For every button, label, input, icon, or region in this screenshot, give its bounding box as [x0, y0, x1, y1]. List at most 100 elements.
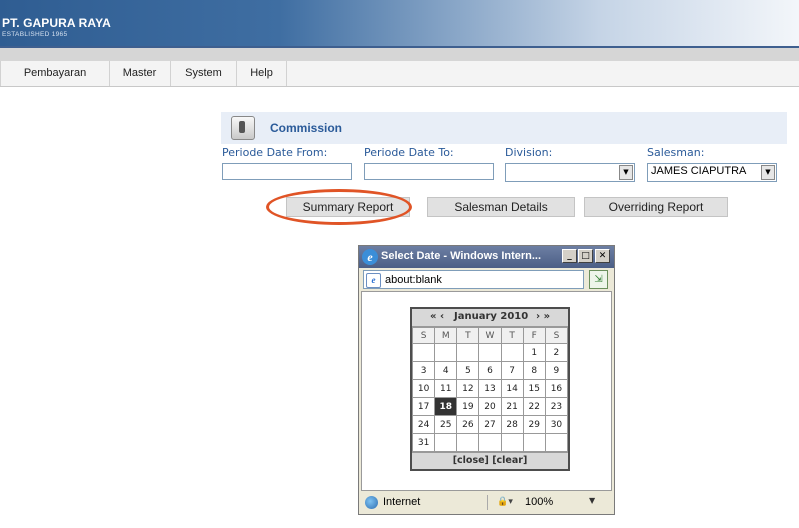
menu-item-pembayaran[interactable]: Pembayaran: [0, 61, 110, 86]
calendar-empty-cell: [434, 433, 458, 452]
salesman-select[interactable]: JAMES CIAPUTRA ▼: [647, 163, 777, 182]
select-date-popup-window: e Select Date - Windows Intern... _ □ ✕ …: [358, 245, 615, 515]
calendar-week-row: 24 25 26 27 28 29 30: [411, 415, 569, 434]
calendar-day[interactable]: 16: [544, 379, 569, 398]
calendar-prev-nav[interactable]: « ‹: [430, 311, 444, 322]
report-icon: [231, 116, 255, 140]
calendar-day[interactable]: 5: [456, 361, 480, 380]
calendar-day[interactable]: 19: [456, 397, 480, 416]
popup-titlebar[interactable]: e Select Date - Windows Intern... _ □ ✕: [359, 246, 614, 268]
calendar-weekday: T: [456, 327, 480, 344]
calendar-empty-cell: [478, 343, 502, 362]
calendar-weekday: S: [544, 327, 569, 344]
close-icon[interactable]: ✕: [595, 249, 610, 263]
calendar-empty-cell: [500, 433, 524, 452]
calendar-day[interactable]: 17: [411, 397, 436, 416]
salesman-details-button[interactable]: Salesman Details: [427, 197, 575, 217]
calendar-next-nav[interactable]: › »: [536, 311, 550, 322]
chevron-down-icon[interactable]: ▼: [761, 165, 775, 180]
address-bar: e about:blank ⇲: [361, 270, 612, 289]
calendar-empty-cell: [456, 433, 480, 452]
calendar-day[interactable]: 8: [522, 361, 546, 380]
menu-item-system[interactable]: System: [171, 61, 237, 86]
menu-item-master[interactable]: Master: [109, 61, 171, 86]
ie-icon: e: [362, 249, 378, 265]
calendar-empty-cell: [544, 433, 569, 452]
calendar-day[interactable]: 6: [478, 361, 502, 380]
calendar-header: « ‹ January 2010 › »: [412, 309, 568, 327]
overriding-report-button[interactable]: Overriding Report: [584, 197, 728, 217]
calendar-weekday: F: [522, 327, 546, 344]
calendar-footer[interactable]: [close] [clear]: [412, 452, 568, 469]
go-icon[interactable]: ⇲: [589, 270, 608, 289]
calendar-day[interactable]: 27: [478, 415, 502, 434]
header-band: [0, 48, 799, 61]
calendar-day[interactable]: 23: [544, 397, 569, 416]
calendar-empty-cell: [456, 343, 480, 362]
calendar-day[interactable]: 22: [522, 397, 546, 416]
calendar-day[interactable]: 11: [434, 379, 458, 398]
calendar-empty-cell: [500, 343, 524, 362]
status-zoom[interactable]: 100%: [525, 496, 553, 508]
calendar-weekday: W: [478, 327, 502, 344]
calendar-day[interactable]: 20: [478, 397, 502, 416]
calendar-day[interactable]: 25: [434, 415, 458, 434]
highlight-annotation: [266, 189, 412, 225]
globe-icon: [365, 496, 378, 509]
calendar-week-row: 31: [411, 433, 569, 452]
popup-title: Select Date - Windows Intern...: [381, 250, 542, 262]
calendar-week-row: 3456789: [411, 361, 569, 380]
division-select[interactable]: ▼: [505, 163, 635, 182]
calendar-day[interactable]: 2: [544, 343, 569, 362]
calendar-day[interactable]: 3: [411, 361, 436, 380]
calendar-empty-cell: [478, 433, 502, 452]
page-icon: e: [366, 273, 381, 288]
calendar-day[interactable]: 26: [456, 415, 480, 434]
calendar-day[interactable]: 30: [544, 415, 569, 434]
calendar-day[interactable]: 21: [500, 397, 524, 416]
menu-item-help[interactable]: Help: [237, 61, 287, 86]
calendar-day[interactable]: 1: [522, 343, 546, 362]
maximize-icon[interactable]: □: [578, 249, 593, 263]
calendar-day[interactable]: 28: [500, 415, 524, 434]
address-text: about:blank: [385, 274, 442, 286]
calendar-empty-cell: [522, 433, 546, 452]
calendar-week-row: 17 18 19 20 21 22 23: [411, 397, 569, 416]
calendar-day[interactable]: 10: [411, 379, 436, 398]
calendar-day[interactable]: 4: [434, 361, 458, 380]
calendar-week-row: 12: [411, 343, 569, 362]
calendar-weekday-row: SMTWTFS: [411, 327, 569, 344]
date-to-label: Periode Date To:: [364, 146, 454, 159]
date-from-label: Periode Date From:: [222, 146, 328, 159]
calendar-day[interactable]: 14: [500, 379, 524, 398]
date-to-input[interactable]: [364, 163, 494, 180]
chevron-down-icon[interactable]: ▼: [589, 496, 595, 505]
date-picker-calendar: « ‹ January 2010 › » S M T W T F S 1 2 3 4 5 6 7 8 9 10 1…: [410, 307, 570, 471]
calendar-day[interactable]: 29: [522, 415, 546, 434]
address-input[interactable]: e about:blank: [363, 270, 584, 289]
calendar-weekday: M: [434, 327, 458, 344]
calendar-day[interactable]: 31: [411, 433, 436, 452]
calendar-day[interactable]: 9: [544, 361, 569, 380]
calendar-week-row: 10 11 12 13 14 15 16: [411, 379, 569, 398]
calendar-empty-cell: [434, 343, 458, 362]
calendar-day[interactable]: 7: [500, 361, 524, 380]
salesman-value: JAMES CIAPUTRA: [651, 165, 747, 177]
calendar-day[interactable]: 13: [478, 379, 502, 398]
calendar-day[interactable]: 15: [522, 379, 546, 398]
brand-tagline: ESTABLISHED 1965: [2, 31, 68, 38]
chevron-down-icon[interactable]: ▼: [619, 165, 633, 180]
commission-panel-header: Commission: [221, 112, 787, 144]
division-label: Division:: [505, 146, 553, 159]
calendar-day[interactable]: 12: [456, 379, 480, 398]
popup-statusbar: Internet 🔒▾ 100% ▼: [361, 494, 612, 512]
calendar-weekday: S: [411, 327, 436, 344]
minimize-icon[interactable]: _: [562, 249, 577, 263]
calendar-day[interactable]: 18: [434, 397, 458, 416]
main-menubar: Pembayaran Master System Help: [0, 61, 799, 87]
date-from-input[interactable]: [222, 163, 352, 180]
calendar-day[interactable]: 24: [411, 415, 436, 434]
lock-icon[interactable]: 🔒▾: [487, 495, 522, 510]
app-header: PT. GAPURA RAYA ESTABLISHED 1965: [0, 0, 799, 46]
calendar-empty-cell: [411, 343, 436, 362]
